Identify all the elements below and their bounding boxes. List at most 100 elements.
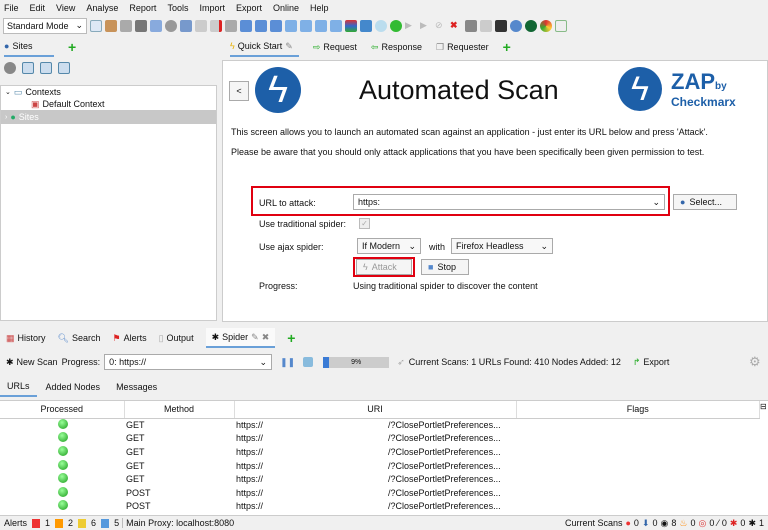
scripts-icon[interactable] [480,19,492,32]
menu-online[interactable]: Online [273,3,299,13]
col-processed[interactable]: Processed [0,401,125,419]
drop-icon[interactable]: ⊘ [435,20,447,32]
tab-messages[interactable]: Messages [109,377,164,397]
tab-history[interactable]: ▦ History [6,328,46,348]
tree-node-contexts[interactable]: ⌄ ▭ Contexts [1,86,216,98]
continue-icon[interactable]: ▶ [420,20,432,32]
col-uri[interactable]: URI [234,401,517,419]
export-button[interactable]: ↱ Export [633,357,670,368]
step-icon[interactable]: ▶ [405,20,417,32]
menu-analyse[interactable]: Analyse [86,3,118,13]
refresh-icon[interactable] [360,19,372,32]
table-row[interactable]: GET https:// /?ClosePortletPreferences... [0,418,760,432]
new-session-icon[interactable] [90,19,102,32]
gear-icon[interactable] [165,19,177,32]
scope-icon[interactable] [4,62,16,74]
stop-button[interactable]: ■ Stop [421,259,469,275]
column-options-icon[interactable]: ⊟ [760,402,768,416]
tree-node-sites[interactable]: › ● Sites [1,110,216,124]
table-row[interactable]: GET https:// /?ClosePortletPreferences... [0,459,760,473]
tab-added-nodes[interactable]: Added Nodes [37,377,110,397]
add-tab-icon[interactable]: + [287,330,295,346]
table-row[interactable]: POST https:// /?ClosePortletPreferences..… [0,500,760,514]
table-row[interactable]: GET https:// /?ClosePortletPreferences... [0,445,760,459]
menu-tools[interactable]: Tools [167,3,188,13]
breakpoints-icon[interactable] [465,19,477,32]
break-all-icon[interactable] [390,19,402,32]
browser-icon[interactable] [555,19,567,32]
back-button[interactable]: < [229,81,249,101]
gear-icon[interactable]: ⚙ [749,354,761,370]
table-row[interactable]: GET https:// /?ClosePortletPreferences... [0,432,760,446]
delete-context-icon[interactable] [210,19,222,32]
terminal-icon[interactable] [495,19,507,32]
select-button[interactable]: ● Select... [673,194,737,210]
traditional-spider-checkbox[interactable]: ✓ [359,218,370,229]
add-tab-icon[interactable]: + [503,39,511,55]
menu-edit[interactable]: Edit [30,3,46,13]
hud-icon[interactable] [525,19,537,32]
expand-icon[interactable]: ⌄ [5,88,11,96]
menu-file[interactable]: File [4,3,19,13]
new-scan-button[interactable]: ✱ New Scan [6,357,58,368]
table-row[interactable]: POST https:// /?ClosePortletPreferences..… [0,486,760,500]
open-session-icon[interactable] [105,19,117,32]
layout-horizontal-icon[interactable] [330,19,342,32]
tree-node-default-context[interactable]: ▣ Default Context [1,98,216,110]
tab-urls[interactable]: URLs [0,377,37,397]
tab-requester[interactable]: ❐ Requester [436,37,489,57]
layout-right-icon[interactable] [300,19,312,32]
expand-icon[interactable]: › [5,114,7,121]
tab-search[interactable]: 🔍︎ Search [58,328,101,348]
ajax-when-select[interactable]: If Modern ⌄ [357,238,421,254]
properties-icon[interactable] [150,19,162,32]
new-context-icon[interactable] [22,62,34,74]
tab-response[interactable]: ⇦ Response [371,37,422,57]
import-context-icon[interactable] [40,62,52,74]
tab-output[interactable]: ▯ Output [159,328,194,348]
menu-view[interactable]: View [56,3,75,13]
pin-icon[interactable]: ✎ [285,41,293,52]
table-row[interactable]: GET https:// /?ClosePortletPreferences... [0,472,760,486]
browser-select[interactable]: Firefox Headless ⌄ [451,238,553,254]
scan-policy-icon[interactable] [345,19,357,32]
mode-select[interactable]: Standard Mode ⌄ [3,17,87,34]
progress-select[interactable]: 0: https:// ⌄ [104,354,273,370]
help-icon[interactable] [510,19,522,32]
chevron-down-icon[interactable]: ⌄ [652,197,660,208]
tab-sites[interactable]: ● Sites [4,37,54,57]
medium-alert-flag-icon [55,518,64,528]
snapshot-icon[interactable] [135,19,147,32]
pause-icon[interactable]: ❚❚ [280,357,295,368]
tab-request[interactable]: ⇨ Request [313,37,357,57]
menu-import[interactable]: Import [199,3,225,13]
layout-bottom-icon[interactable] [255,19,267,32]
lightbulb-icon[interactable] [375,19,387,32]
tab-quick-start[interactable]: ϟ Quick Start ✎ [230,37,299,57]
layout-full-icon[interactable] [270,19,282,32]
export-icon[interactable] [180,19,192,32]
layout-left-icon[interactable] [285,19,297,32]
layout-icon[interactable] [225,19,237,32]
chrome-icon[interactable] [540,19,552,32]
col-flags[interactable]: Flags [516,401,760,419]
menu-help[interactable]: Help [310,3,329,13]
close-x-icon[interactable]: ✖ [450,20,462,32]
save-icon[interactable] [120,19,132,32]
stop-icon[interactable] [303,357,314,367]
tab-alerts[interactable]: ⚑ Alerts [113,328,147,348]
layout-split-icon[interactable] [315,19,327,32]
attack-button[interactable]: ϟ Attack [356,259,412,275]
context-icon[interactable] [195,19,207,32]
export-context-icon[interactable] [58,62,70,74]
menu-export[interactable]: Export [236,3,262,13]
broom-icon[interactable]: ➶ [397,357,405,368]
col-method[interactable]: Method [124,401,235,419]
url-input[interactable]: https: ⌄ [353,194,665,210]
add-tab-icon[interactable]: + [68,39,76,55]
menu-report[interactable]: Report [129,3,156,13]
close-icon[interactable]: ✖ [262,332,270,343]
tab-spider[interactable]: ✱ Spider ✎ ✖ [205,328,276,348]
layout-tabs-icon[interactable] [240,19,252,32]
pin-icon[interactable]: ✎ [251,332,259,343]
